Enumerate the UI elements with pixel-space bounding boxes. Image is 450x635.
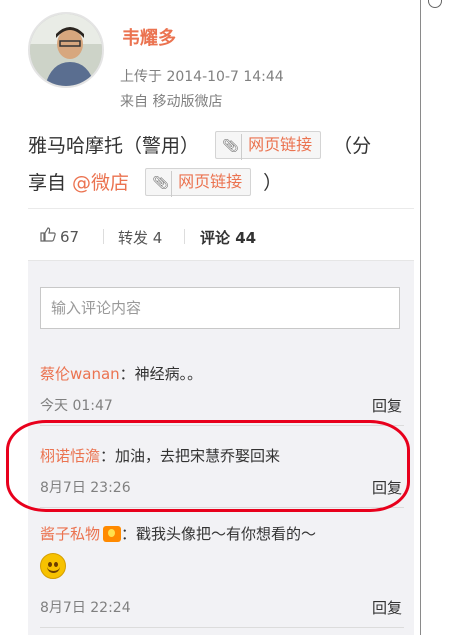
comment-divider	[40, 627, 404, 628]
highlight-annotation	[6, 420, 410, 512]
comment-item: 酱子私物 ：戳我头像把～有你想看的～	[40, 523, 404, 544]
post-source: 来自 移动版微店	[120, 94, 223, 110]
thumbs-up-icon	[40, 227, 56, 246]
commenter-name[interactable]: 酱子私物	[40, 525, 100, 543]
post-text-end: ）	[263, 172, 283, 194]
paperclip-icon: 📎︎	[220, 133, 243, 160]
web-link-label: 网页链接	[248, 134, 313, 154]
comment-text: ：戳我头像把～有你想看的～	[121, 525, 317, 543]
post-text: 雅马哈摩托（警用）	[28, 135, 200, 157]
scrollbar[interactable]	[420, 0, 450, 635]
comment-tab[interactable]: 评论 44	[200, 227, 256, 248]
comment-emoji-row	[40, 553, 404, 581]
action-bar: 67 转发 4 评论 44	[28, 208, 414, 260]
avatar-image	[30, 14, 102, 86]
upload-time: 上传于 2014-10-7 14:44	[120, 69, 284, 85]
smile-emoji-icon	[40, 553, 66, 579]
reply-button[interactable]: 回复	[372, 597, 402, 618]
post-text-prefix: 享自	[28, 172, 73, 194]
author-name[interactable]: 韦耀多	[122, 24, 176, 50]
web-link-label: 网页链接	[178, 171, 243, 191]
post-content: 雅马哈摩托（警用） 📎︎ 网页链接 （分 享自 @微店 📎︎ 网页链接 ）	[28, 128, 413, 202]
scrollbar-thumb[interactable]	[428, 0, 442, 8]
post-header: 韦耀多 上传于 2014-10-7 14:44 来自 移动版微店	[28, 12, 408, 112]
comment-time: 今天 01:47	[40, 398, 113, 414]
post-text-suffix: （分	[333, 135, 372, 157]
comment-text: ：神经病。。	[119, 365, 203, 383]
paperclip-icon: 📎︎	[150, 170, 173, 197]
repost-button[interactable]: 转发 4	[118, 227, 162, 248]
comment-item: 蔡伦wanan：神经病。。	[40, 363, 404, 384]
like-count: 67	[60, 228, 80, 246]
web-link-button[interactable]: 📎︎ 网页链接	[215, 130, 322, 160]
comment-meta: 8月7日 22:24 回复	[40, 597, 404, 621]
post-line-2: 享自 @微店 📎︎ 网页链接 ）	[28, 165, 413, 202]
post-line-1: 雅马哈摩托（警用） 📎︎ 网页链接 （分	[28, 128, 413, 165]
comment-meta: 今天 01:47 回复	[40, 395, 404, 419]
web-link-button[interactable]: 📎︎ 网页链接	[145, 167, 252, 197]
comment-input[interactable]: 输入评论内容	[40, 287, 400, 329]
commenter-name[interactable]: 蔡伦wanan	[40, 365, 120, 383]
mention-link[interactable]: @微店	[72, 172, 129, 194]
author-avatar[interactable]	[28, 12, 104, 88]
comment-time: 8月7日 22:24	[40, 600, 131, 616]
like-button[interactable]: 67	[40, 227, 79, 246]
action-divider	[184, 229, 185, 244]
action-divider	[103, 229, 104, 244]
reply-button[interactable]: 回复	[372, 395, 402, 416]
member-badge-icon	[103, 525, 122, 542]
